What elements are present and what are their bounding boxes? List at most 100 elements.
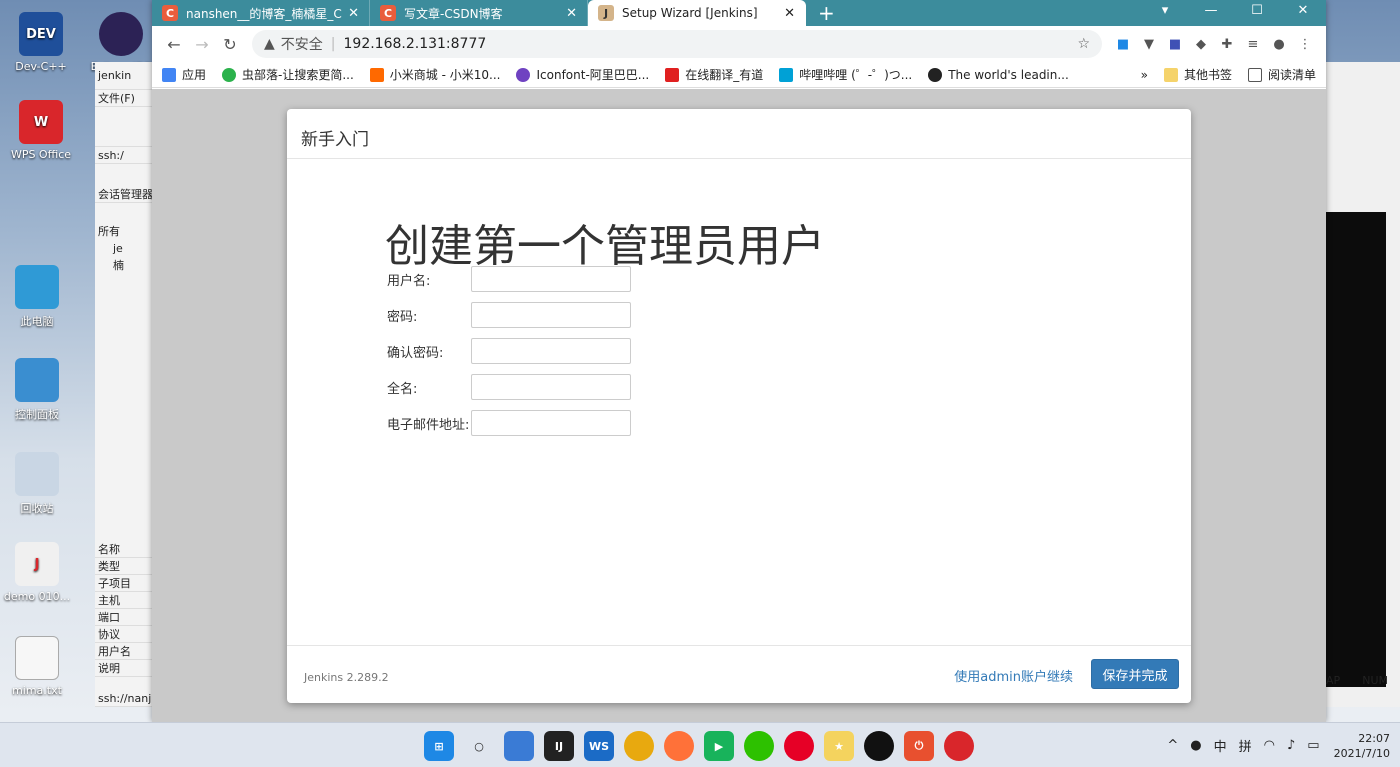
desktop-icon-control-panel[interactable]: 控制面板: [0, 358, 74, 422]
taskbar-apps: ⊞ ○ IJ WS ▶ ★ ⏻: [424, 731, 984, 761]
property-label: 子项目: [95, 575, 155, 592]
bookmarks-right: » 其他书签 阅读清单: [1141, 66, 1316, 83]
ime-mode[interactable]: 拼: [1239, 736, 1252, 755]
close-icon[interactable]: ✕: [566, 6, 577, 21]
bookmark-item[interactable]: The world's leadin...: [928, 67, 1069, 82]
reading-list-icon: [1247, 67, 1262, 82]
bookmark-favicon-icon: [779, 67, 794, 82]
search-icon[interactable]: ○: [464, 731, 494, 761]
ssh-menu-file[interactable]: 文件(F): [95, 90, 154, 107]
tab-jenkins-setup[interactable]: J Setup Wizard [Jenkins] ✕: [588, 0, 806, 26]
desktop-icon-this-pc[interactable]: 此电脑: [0, 265, 74, 329]
confirm-password-field[interactable]: [471, 338, 631, 364]
property-label: 说明: [95, 660, 155, 677]
menu-icon[interactable]: ⋮: [1292, 37, 1318, 52]
show-hidden-icons-icon[interactable]: ^: [1167, 738, 1178, 753]
page-title: 创建第一个管理员用户: [385, 221, 825, 272]
close-icon[interactable]: ✕: [348, 6, 359, 21]
wechat-icon[interactable]: [744, 731, 774, 761]
bookmark-star-icon[interactable]: ☆: [1077, 36, 1090, 52]
bookmark-item[interactable]: 哔哩哔哩 (゜-゜)つ...: [779, 66, 912, 83]
desktop-icon-wps[interactable]: W WPS Office: [4, 100, 78, 161]
bookmark-favicon-icon: [369, 67, 384, 82]
desktop-icon-recycle-bin[interactable]: 回收站: [0, 452, 74, 516]
bookmark-item[interactable]: Iconfont-阿里巴巴...: [516, 66, 649, 83]
intellij-icon[interactable]: IJ: [544, 731, 574, 761]
media-player-icon[interactable]: ▶: [704, 731, 734, 761]
ssh-window-title: jenkin: [95, 62, 154, 90]
wifi-icon[interactable]: ◠: [1264, 738, 1275, 753]
close-icon[interactable]: ✕: [784, 6, 795, 21]
ssh-tree-item[interactable]: 楠: [95, 257, 154, 274]
xshell-icon[interactable]: [944, 731, 974, 761]
system-clock[interactable]: 22:07 2021/7/10: [1334, 731, 1390, 761]
other-bookmarks-folder[interactable]: 其他书签: [1163, 66, 1232, 83]
media-icon[interactable]: ≡: [1240, 37, 1266, 52]
battery-icon[interactable]: ▭: [1307, 738, 1319, 753]
setup-wizard-dialog: 新手入门 创建第一个管理员用户 用户名: 密码: 确认密码: 全名: 电子邮件地…: [287, 109, 1191, 703]
url-text[interactable]: 192.168.2.131:8777: [344, 36, 487, 52]
tab-csdn-write[interactable]: C 写文章-CSDN博客 ✕: [370, 0, 588, 26]
profile-avatar-icon[interactable]: ●: [1266, 37, 1292, 52]
fullname-field[interactable]: [471, 374, 631, 400]
bookmark-item[interactable]: 虫部落-让搜索更简...: [222, 66, 354, 83]
wizard-header: 新手入门: [287, 109, 1191, 159]
bookmarks-more-button[interactable]: »: [1141, 66, 1148, 83]
desktop-icon-devcpp[interactable]: DEV Dev-C++: [4, 12, 78, 73]
wps-icon: W: [19, 100, 63, 144]
shield-icon[interactable]: ◆: [1188, 37, 1214, 52]
close-window-icon[interactable]: ✕: [1280, 0, 1326, 22]
back-icon[interactable]: ←: [160, 35, 188, 54]
ssh-tree-item[interactable]: je: [95, 240, 154, 257]
address-bar[interactable]: ▲ 不安全 | 192.168.2.131:8777 ☆: [252, 30, 1102, 58]
minimize-icon[interactable]: —: [1188, 0, 1234, 22]
security-label[interactable]: 不安全: [281, 34, 323, 54]
reading-list[interactable]: 阅读清单: [1247, 66, 1316, 83]
username-field[interactable]: [471, 266, 631, 292]
confirm-password-row: 确认密码:: [387, 338, 631, 364]
extension-icon[interactable]: ■: [1162, 37, 1188, 52]
start-icon[interactable]: ⊞: [424, 731, 454, 761]
new-tab-button[interactable]: +: [806, 0, 847, 26]
star-app-icon[interactable]: ★: [824, 731, 854, 761]
bookmark-favicon-icon: [222, 67, 237, 82]
maximize-icon[interactable]: ☐: [1234, 0, 1280, 22]
extension-icon[interactable]: ▼: [1136, 37, 1162, 52]
ssh-properties: 名称 类型 子项目 主机 端口 协议 用户名 说明: [95, 541, 155, 677]
bookmark-item[interactable]: 在线翻译_有道: [665, 66, 763, 83]
ssh-tree-root[interactable]: 所有: [95, 223, 154, 240]
email-field[interactable]: [471, 410, 631, 436]
continue-as-admin-link[interactable]: 使用admin账户继续: [954, 666, 1073, 685]
system-tray: ^ ● 中 拼 ◠ ♪ ▭ 22:07 2021/7/10: [1155, 723, 1390, 767]
firefox-icon[interactable]: [664, 731, 694, 761]
bookmarks-bar: 应用 虫部落-让搜索更简... 小米商城 - 小米10... Iconfont-…: [152, 62, 1326, 88]
chrome-icon[interactable]: [624, 731, 654, 761]
desktop-icon-mima[interactable]: mima.txt: [0, 636, 74, 697]
tab-title: nanshen__的博客_楠橘星_CSDN: [186, 6, 342, 21]
tab-csdn-blog[interactable]: C nanshen__的博客_楠橘星_CSDN ✕: [152, 0, 370, 26]
netease-music-icon[interactable]: [784, 731, 814, 761]
ssh-client-window: jenkin 文件(F) ssh:/ 会话管理器 所有 je 楠 名称 类型 子…: [95, 62, 155, 707]
ime-language[interactable]: 中: [1214, 736, 1227, 755]
address-separator: |: [330, 36, 336, 52]
fullname-row: 全名:: [387, 374, 631, 400]
tab-search-icon[interactable]: ▾: [1142, 0, 1188, 22]
qq-icon[interactable]: [864, 731, 894, 761]
volume-icon[interactable]: ♪: [1287, 738, 1295, 753]
puzzle-icon[interactable]: ✚: [1214, 37, 1240, 52]
forward-icon[interactable]: →: [188, 35, 216, 54]
devcpp-icon: DEV: [19, 12, 63, 56]
extension-icon[interactable]: ■: [1110, 37, 1136, 52]
password-field[interactable]: [471, 302, 631, 328]
webstorm-icon[interactable]: WS: [584, 731, 614, 761]
qq-tray-icon[interactable]: ●: [1190, 738, 1201, 753]
bookmark-item[interactable]: 小米商城 - 小米10...: [369, 66, 500, 83]
power-app-icon[interactable]: ⏻: [904, 731, 934, 761]
tab-title: 写文章-CSDN博客: [404, 6, 503, 21]
reload-icon[interactable]: ↻: [216, 35, 244, 54]
desktop-icon-demo[interactable]: J demo 010...: [0, 542, 74, 603]
save-and-finish-button[interactable]: 保存并完成: [1091, 659, 1179, 689]
ssh-address[interactable]: ssh:/: [95, 147, 154, 164]
task-view-icon[interactable]: [504, 731, 534, 761]
bookmark-apps[interactable]: 应用: [162, 66, 206, 83]
